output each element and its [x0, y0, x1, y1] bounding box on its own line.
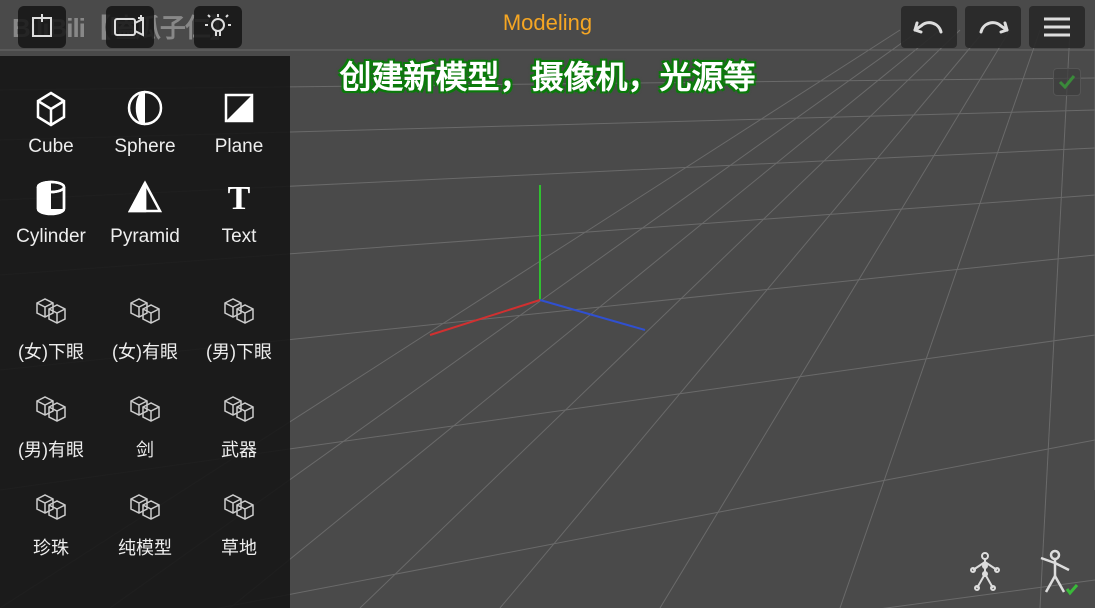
preset-item[interactable]: 剑 [100, 386, 190, 462]
primitive-label: Cube [28, 136, 73, 158]
primitive-label: Pyramid [110, 226, 180, 248]
preset-cubes-icon [219, 484, 259, 528]
primitives-sidebar: Cube Sphere Plane [0, 56, 290, 608]
preset-label: 武器 [221, 436, 257, 462]
plane-icon [218, 86, 260, 130]
cube-icon [30, 86, 72, 130]
primitive-text[interactable]: T Text [194, 176, 284, 248]
preset-cubes-icon [125, 288, 165, 332]
primitive-label: Sphere [114, 136, 175, 158]
preset-label: (女)下眼 [18, 338, 84, 364]
add-primitive-tool[interactable] [18, 6, 66, 48]
preset-item[interactable]: 武器 [194, 386, 284, 462]
preset-cubes-icon [31, 288, 71, 332]
preset-item[interactable]: (男)有眼 [6, 386, 96, 462]
preset-item[interactable]: 纯模型 [100, 484, 190, 560]
mode-title: Modeling [503, 10, 592, 36]
preset-cubes-icon [125, 386, 165, 430]
preset-cubes-icon [125, 484, 165, 528]
pyramid-icon [124, 176, 166, 220]
undo-button[interactable] [901, 6, 957, 48]
primitive-label: Text [222, 226, 257, 248]
pose-mode-button[interactable] [1029, 546, 1081, 598]
tutorial-caption: 创建新模型，摄像机，光源等 [339, 52, 755, 98]
preset-cubes-icon [219, 288, 259, 332]
preset-cubes-icon [31, 484, 71, 528]
primitive-sphere[interactable]: Sphere [100, 86, 190, 158]
primitive-cube[interactable]: Cube [6, 86, 96, 158]
primitive-pyramid[interactable]: Pyramid [100, 176, 190, 248]
preset-label: (男)有眼 [18, 436, 84, 462]
preset-item[interactable]: (男)下眼 [194, 288, 284, 364]
text-icon: T [218, 176, 260, 220]
preset-item[interactable]: 草地 [194, 484, 284, 560]
preset-label: 草地 [221, 534, 257, 560]
preset-label: (女)有眼 [112, 338, 178, 364]
preset-cubes-icon [31, 386, 71, 430]
preset-label: 剑 [136, 436, 154, 462]
sphere-icon [124, 86, 166, 130]
light-tool[interactable] [194, 6, 242, 48]
primitive-label: Cylinder [16, 226, 86, 248]
primitive-cylinder[interactable]: Cylinder [6, 176, 96, 248]
svg-text:T: T [228, 180, 251, 217]
preset-item[interactable]: (女)有眼 [100, 288, 190, 364]
cylinder-icon [30, 176, 72, 220]
camera-tool[interactable] [106, 6, 154, 48]
preset-label: 纯模型 [118, 534, 172, 560]
menu-button[interactable] [1029, 6, 1085, 48]
redo-button[interactable] [965, 6, 1021, 48]
preset-label: 珍珠 [33, 534, 69, 560]
rig-mode-button[interactable] [959, 546, 1011, 598]
toggle-checkbox[interactable] [1053, 68, 1081, 96]
preset-cubes-icon [219, 386, 259, 430]
primitive-label: Plane [215, 136, 264, 158]
preset-item[interactable]: 珍珠 [6, 484, 96, 560]
preset-item[interactable]: (女)下眼 [6, 288, 96, 364]
preset-label: (男)下眼 [206, 338, 272, 364]
primitive-plane[interactable]: Plane [194, 86, 284, 158]
